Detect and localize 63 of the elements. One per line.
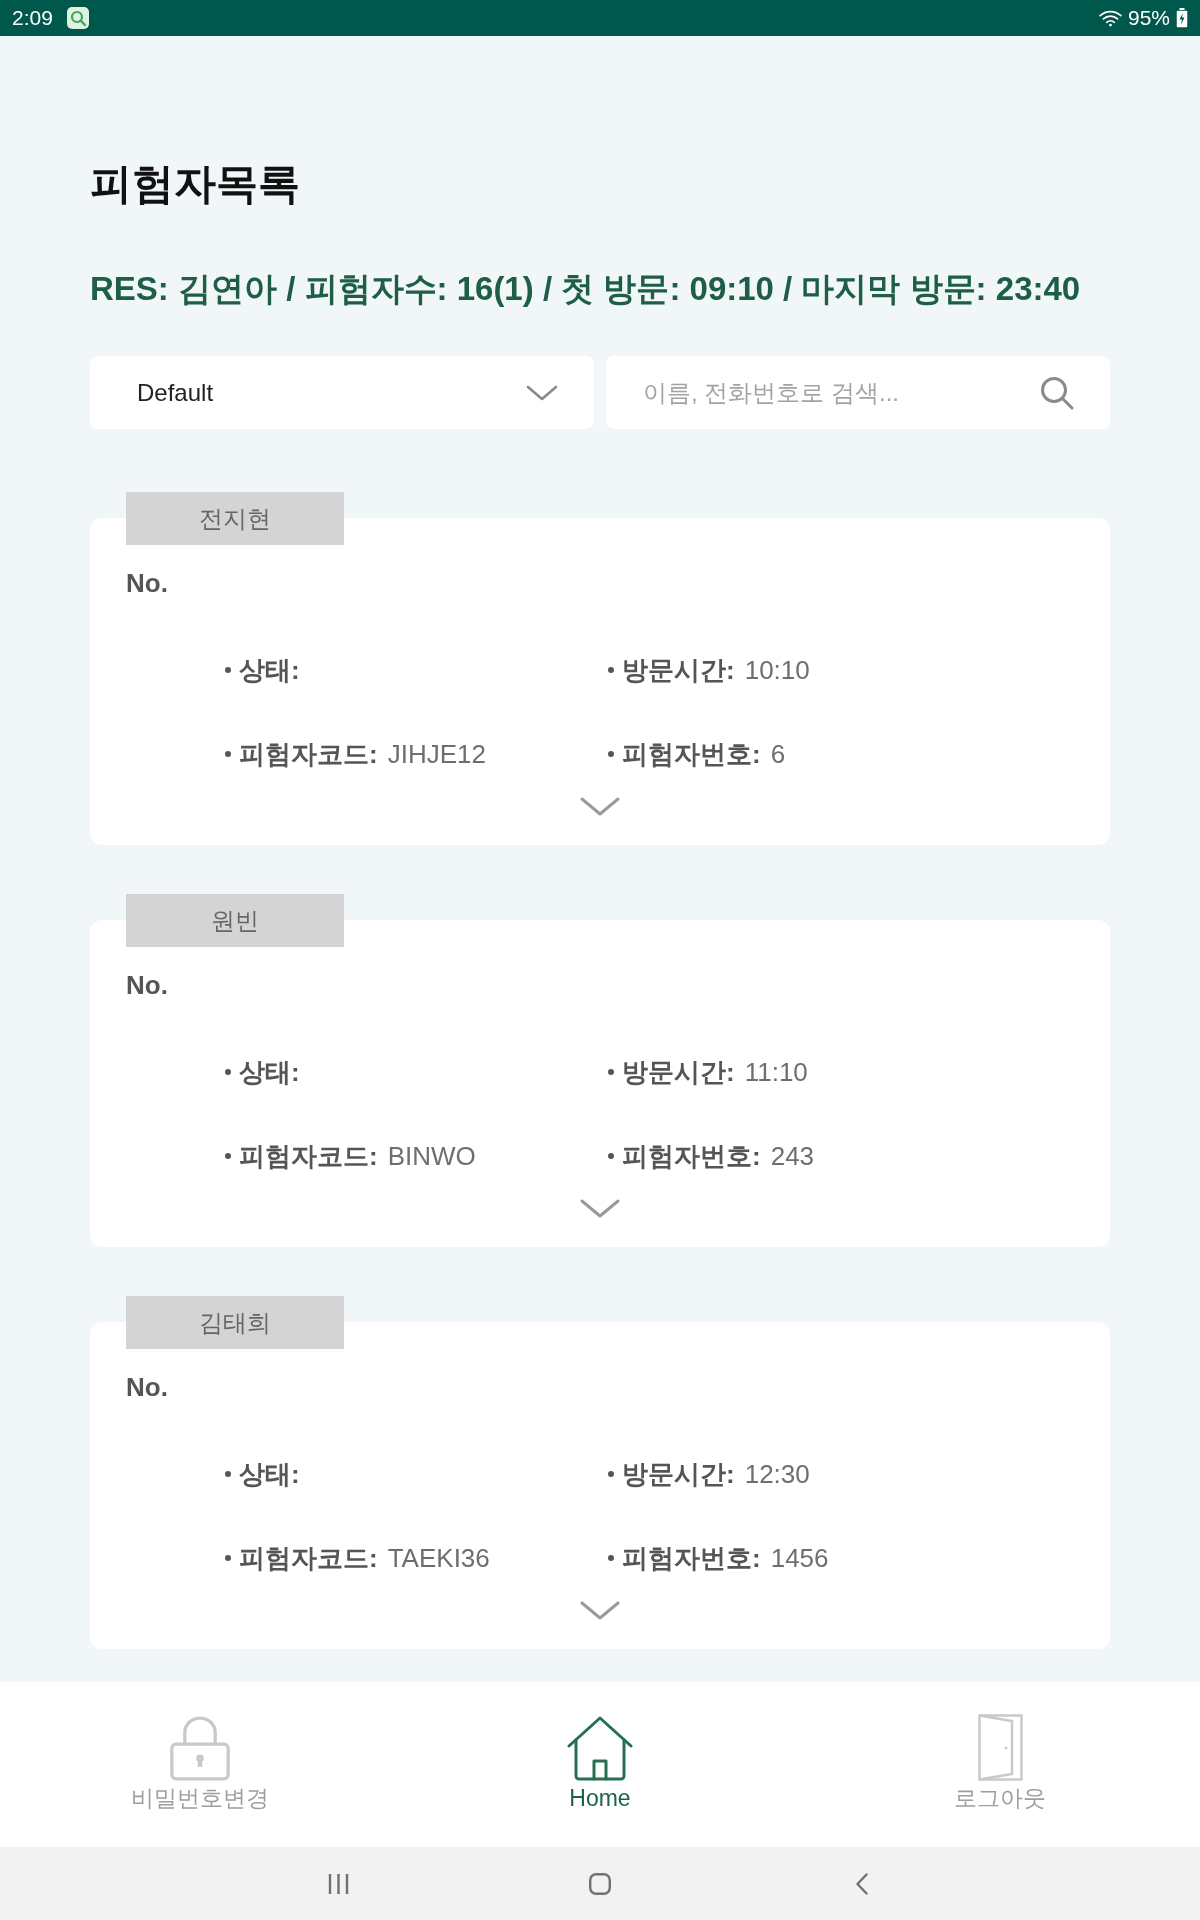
house-icon <box>567 1716 633 1781</box>
home-button-icon[interactable] <box>589 1872 611 1895</box>
app-notification-icon <box>66 7 89 29</box>
field-value: JIHJE12 <box>387 738 486 771</box>
battery-level: 95% <box>1127 6 1170 30</box>
field-label: 방문시간: <box>622 1458 735 1491</box>
page-title: 피험자목록 <box>90 159 300 209</box>
field-label: 피험자코드: <box>239 1542 378 1575</box>
field-label: 상태: <box>239 654 300 687</box>
bullet-icon <box>608 751 614 757</box>
bullet-icon <box>225 751 231 757</box>
field-label: 피험자번호: <box>622 1542 761 1575</box>
wifi-icon <box>1098 9 1122 27</box>
field-label: 피험자코드: <box>239 738 378 771</box>
number-label: No. <box>126 567 168 600</box>
field-value: 243 <box>770 1140 815 1173</box>
field-label: 상태: <box>239 1056 300 1089</box>
field-value: TAEKI36 <box>387 1542 490 1575</box>
field-label: 피험자코드: <box>239 1140 378 1173</box>
name-tag: 원빈 <box>126 894 344 947</box>
bullet-icon <box>608 1555 614 1561</box>
sort-dropdown[interactable]: Default <box>90 356 594 429</box>
nav-tab[interactable]: Home <box>400 1682 800 1847</box>
bullet-icon <box>225 1153 231 1159</box>
search-icon[interactable] <box>1040 376 1074 410</box>
chevron-down-icon <box>580 1199 620 1219</box>
lock-icon <box>167 1716 233 1781</box>
search-field[interactable]: 이름, 전화번호로 검색... <box>606 356 1110 429</box>
field-value: 11:10 <box>744 1056 808 1089</box>
bullet-icon <box>608 1471 614 1477</box>
door-icon <box>977 1714 1023 1781</box>
field-value: 10:10 <box>744 654 810 687</box>
number-label: No. <box>126 969 168 1002</box>
expand-toggle[interactable] <box>580 797 620 817</box>
expand-toggle[interactable] <box>580 1601 620 1621</box>
bullet-icon <box>225 667 231 673</box>
expand-toggle[interactable] <box>580 1199 620 1219</box>
chevron-down-icon <box>526 384 558 401</box>
back-icon[interactable] <box>856 1872 868 1895</box>
bullet-icon <box>608 1069 614 1075</box>
bullet-icon <box>608 667 614 673</box>
field-label: 방문시간: <box>622 654 735 687</box>
field-value: 6 <box>770 738 786 771</box>
summary-text: RES: 김연아 / 피험자수: 16(1) / 첫 방문: 09:10 / 마지막 방문: 23:40 <box>90 270 1081 308</box>
number-label: No. <box>126 1371 168 1404</box>
recent-apps-icon[interactable] <box>327 1872 349 1895</box>
bullet-icon <box>608 1153 614 1159</box>
name-tag: 전지현 <box>126 492 344 545</box>
field-value: 1456 <box>770 1542 829 1575</box>
field-value: BINWO <box>387 1140 476 1173</box>
field-label: 피험자번호: <box>622 1140 761 1173</box>
field-label: 피험자번호: <box>622 738 761 771</box>
name-tag: 김태희 <box>126 1296 344 1349</box>
chevron-down-icon <box>580 797 620 817</box>
chevron-down-icon <box>580 1601 620 1621</box>
field-label: 방문시간: <box>622 1056 735 1089</box>
status-time: 2:09 <box>12 6 53 30</box>
field-value: 12:30 <box>744 1458 810 1491</box>
bullet-icon <box>225 1069 231 1075</box>
battery-charging-icon <box>1176 8 1188 28</box>
field-label: 상태: <box>239 1458 300 1491</box>
bullet-icon <box>225 1471 231 1477</box>
bullet-icon <box>225 1555 231 1561</box>
